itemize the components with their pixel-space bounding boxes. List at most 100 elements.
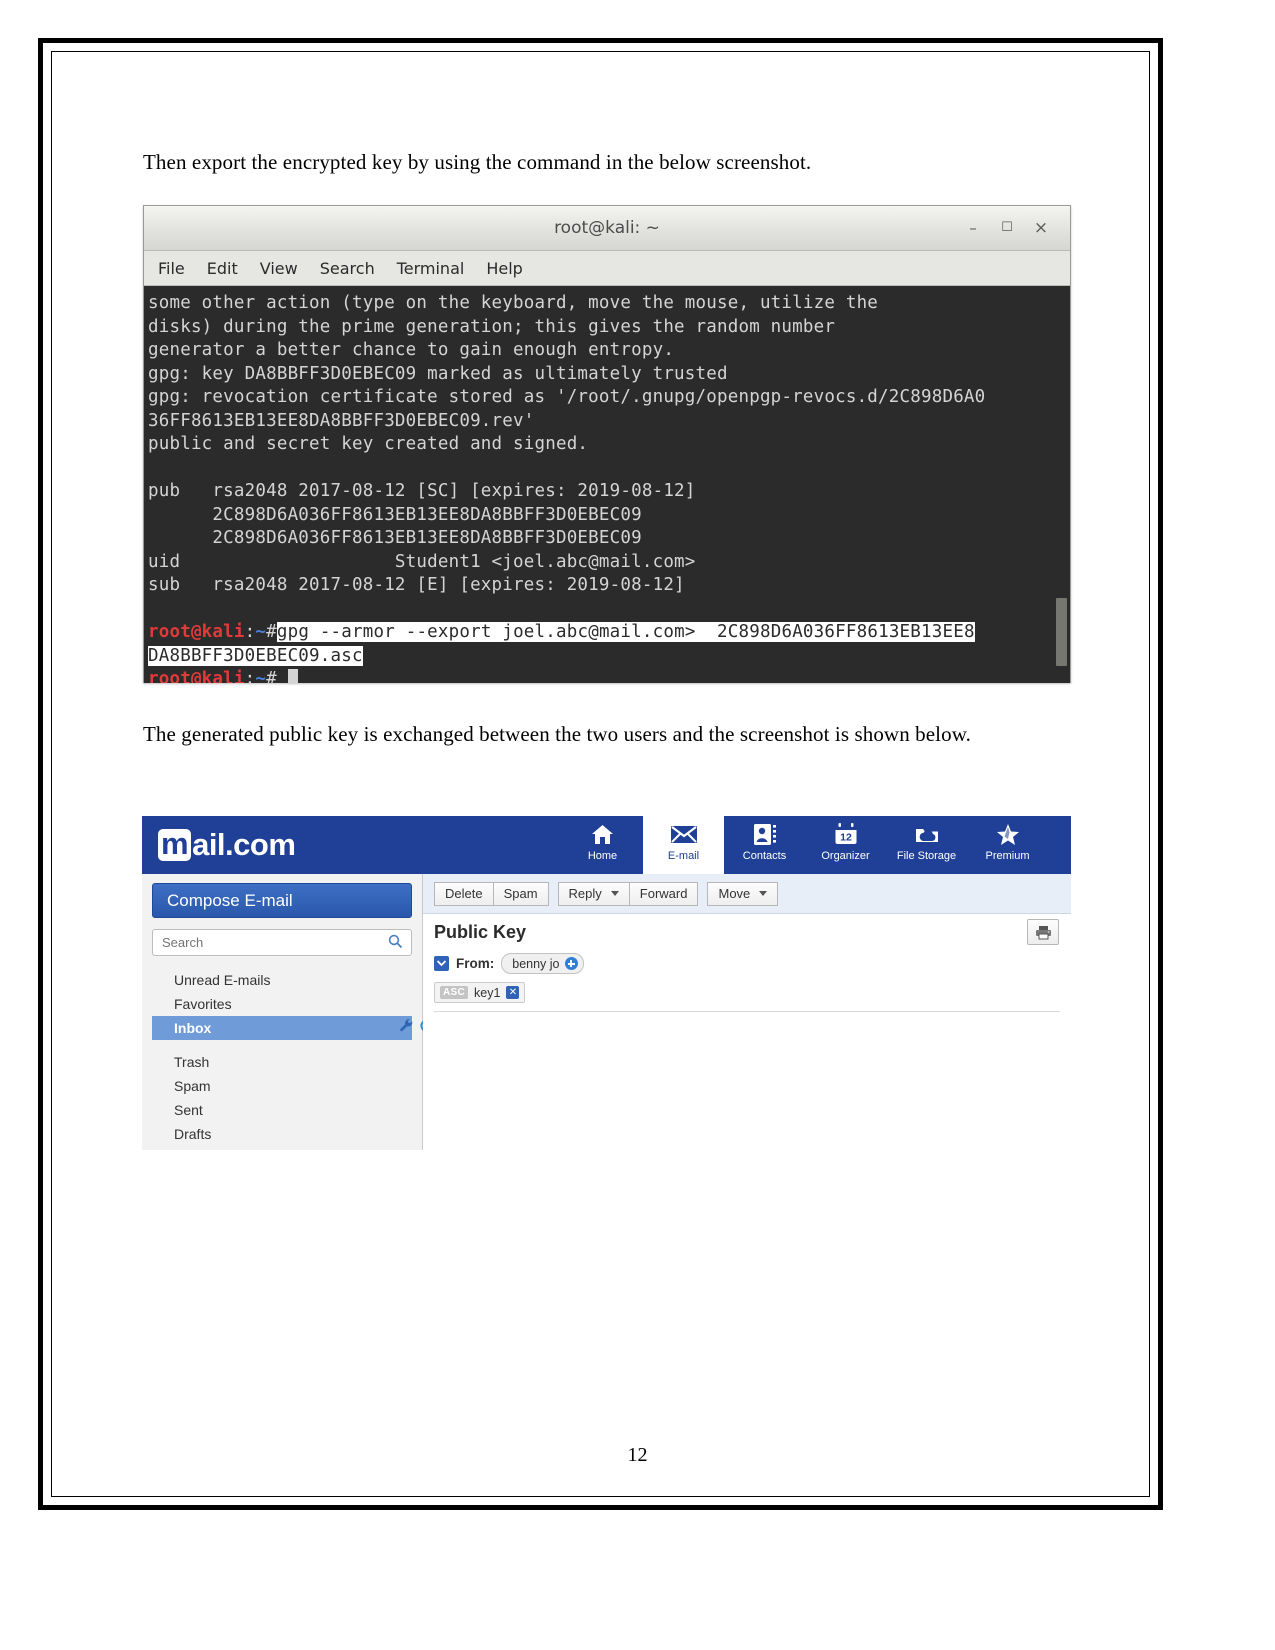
search-input[interactable] bbox=[153, 934, 379, 951]
logo-m-badge: m bbox=[158, 828, 192, 861]
nav-item-email[interactable]: E-mail bbox=[643, 816, 724, 874]
terminal-line: 2C898D6A036FF8613EB13EE8DA8BBFF3D0EBEC09 bbox=[148, 504, 642, 525]
wrench-icon[interactable] bbox=[399, 1018, 414, 1036]
sidebar-item-unread-emails[interactable]: Unread E-mails bbox=[152, 968, 412, 992]
terminal-window-screenshot: root@kali: ~ – ☐ × File Edit View Search… bbox=[143, 205, 1071, 683]
prompt-path: ~ bbox=[255, 669, 267, 683]
close-icon[interactable]: × bbox=[1030, 217, 1052, 239]
nav-label-premium: Premium bbox=[985, 850, 1030, 862]
home-icon bbox=[590, 821, 615, 848]
expand-details-icon[interactable] bbox=[434, 956, 449, 971]
terminal-line: some other action (type on the keyboard,… bbox=[148, 293, 879, 313]
reply-button-label: Reply bbox=[568, 886, 602, 901]
nav-label-organizer: Organizer bbox=[821, 850, 870, 862]
prompt-hash: # bbox=[266, 622, 277, 642]
compose-email-button[interactable]: Compose E-mail bbox=[152, 883, 412, 918]
menu-item-view[interactable]: View bbox=[260, 259, 298, 278]
attachment-chip[interactable]: ASC key1 ✕ bbox=[434, 982, 526, 1003]
mail-sidebar: Compose E-mail Unread E-mails Favorites … bbox=[142, 874, 433, 1150]
chevron-down-icon[interactable] bbox=[610, 891, 619, 896]
from-label: From: bbox=[456, 956, 495, 971]
terminal-line: generator a better chance to gain enough… bbox=[148, 340, 675, 360]
terminal-scrollbar-thumb[interactable] bbox=[1056, 598, 1067, 666]
folder-list-divider bbox=[152, 1040, 412, 1050]
terminal-scrollbar[interactable] bbox=[1052, 286, 1070, 683]
mail-primary-nav: Home E-mail Contacts 12 Organizer File S… bbox=[562, 816, 1048, 874]
nav-item-organizer[interactable]: 12 Organizer bbox=[805, 816, 886, 874]
contacts-icon bbox=[753, 821, 777, 848]
prompt-hash: # bbox=[266, 669, 277, 683]
toolbar-group-move: Move bbox=[707, 881, 779, 906]
paragraph-export-instruction: Then export the encrypted key by using t… bbox=[143, 150, 812, 174]
search-icon[interactable] bbox=[388, 934, 403, 954]
menu-item-file[interactable]: File bbox=[158, 259, 185, 278]
menu-item-terminal[interactable]: Terminal bbox=[397, 259, 465, 278]
attachment-filename: key1 bbox=[474, 985, 501, 1000]
message-from-row: From: benny jo bbox=[434, 953, 584, 974]
mailcom-logo[interactable]: m ail.com bbox=[158, 827, 296, 863]
sidebar-item-spam[interactable]: Spam bbox=[152, 1074, 412, 1098]
terminal-output-area[interactable]: some other action (type on the keyboard,… bbox=[144, 286, 1054, 683]
terminal-line: public and secret key created and signed… bbox=[148, 434, 589, 454]
terminal-line: gpg: revocation certificate stored as '/… bbox=[148, 387, 986, 407]
sidebar-item-trash[interactable]: Trash bbox=[152, 1050, 412, 1074]
attachment-remove-icon[interactable]: ✕ bbox=[506, 986, 520, 999]
message-body-divider bbox=[434, 1011, 1060, 1012]
terminal-command-wrap-line: DA8BBFF3D0EBEC09.asc bbox=[148, 645, 1054, 669]
terminal-menubar: File Edit View Search Terminal Help bbox=[144, 251, 1070, 286]
svg-text:12: 12 bbox=[840, 832, 852, 844]
prompt-user-host: root@kali bbox=[148, 622, 245, 642]
terminal-line: pub rsa2048 2017-08-12 [SC] [expires: 20… bbox=[148, 481, 696, 501]
mail-main-area: Compose E-mail Unread E-mails Favorites … bbox=[142, 874, 1071, 1150]
menu-item-edit[interactable]: Edit bbox=[207, 259, 238, 278]
nav-item-file-storage[interactable]: File Storage bbox=[886, 816, 967, 874]
reply-button[interactable]: Reply bbox=[557, 881, 630, 906]
minimize-icon[interactable]: – bbox=[962, 217, 984, 239]
chevron-down-icon[interactable] bbox=[759, 891, 768, 896]
delete-button[interactable]: Delete bbox=[434, 881, 494, 906]
mail-action-toolbar: Delete Spam Reply Forward Move bbox=[423, 874, 1071, 914]
terminal-command-line: root@kali:~#gpg --armor --export joel.ab… bbox=[148, 621, 1054, 645]
logo-text: ail.com bbox=[192, 827, 296, 862]
nav-label-contacts: Contacts bbox=[742, 850, 787, 862]
menu-item-help[interactable]: Help bbox=[486, 259, 522, 278]
menu-item-search[interactable]: Search bbox=[320, 259, 375, 278]
nav-item-contacts[interactable]: Contacts bbox=[724, 816, 805, 874]
sidebar-item-drafts[interactable]: Drafts bbox=[152, 1122, 412, 1146]
spam-button[interactable]: Spam bbox=[493, 881, 549, 906]
sidebar-item-inbox[interactable]: Inbox bbox=[152, 1016, 433, 1040]
sidebar-item-sent[interactable]: Sent bbox=[152, 1098, 412, 1122]
print-button[interactable] bbox=[1027, 919, 1059, 945]
attachment-row: ASC key1 ✕ bbox=[434, 982, 526, 1003]
nav-label-file-storage: File Storage bbox=[896, 850, 957, 862]
forward-button[interactable]: Forward bbox=[629, 881, 699, 906]
terminal-line: gpg: key DA8BBFF3D0EBEC09 marked as ulti… bbox=[148, 363, 728, 384]
sender-chip[interactable]: benny jo bbox=[501, 953, 584, 974]
nav-item-home[interactable]: Home bbox=[562, 816, 643, 874]
nav-label-home: Home bbox=[587, 850, 618, 862]
sidebar-item-favorites[interactable]: Favorites bbox=[152, 992, 412, 1016]
terminal-line: disks) during the prime generation; this… bbox=[148, 316, 836, 337]
terminal-cursor bbox=[287, 669, 298, 683]
prompt-user-host: root@kali bbox=[148, 669, 245, 683]
star-icon bbox=[995, 821, 1021, 848]
terminal-title: root@kali: ~ bbox=[554, 218, 660, 238]
prompt-path: ~ bbox=[255, 622, 267, 642]
prompt-colon: : bbox=[244, 669, 256, 683]
terminal-line: sub rsa2048 2017-08-12 [E] [expires: 201… bbox=[148, 575, 685, 595]
nav-item-premium[interactable]: Premium bbox=[967, 816, 1048, 874]
move-button[interactable]: Move bbox=[707, 881, 779, 906]
maximize-icon[interactable]: ☐ bbox=[996, 217, 1018, 239]
add-contact-icon[interactable] bbox=[564, 957, 578, 970]
terminal-selected-command-wrap: DA8BBFF3D0EBEC09.asc bbox=[148, 645, 363, 666]
sidebar-item-inbox-label: Inbox bbox=[174, 1020, 212, 1036]
nav-label-email: E-mail bbox=[667, 850, 700, 862]
message-subject: Public Key bbox=[434, 922, 527, 942]
mailcom-screenshot: m ail.com Home E-mail Contacts 12 Organi… bbox=[142, 816, 1071, 1150]
toolbar-group-reply-forward: Reply Forward bbox=[557, 881, 699, 906]
terminal-line: 36FF8613EB13EE8DA8BBFF3D0EBEC09.rev' bbox=[148, 410, 535, 431]
search-box[interactable] bbox=[152, 929, 412, 956]
folder-list-bottom: Trash Spam Sent Drafts bbox=[152, 1050, 412, 1146]
terminal-body[interactable]: some other action (type on the keyboard,… bbox=[144, 286, 1070, 683]
